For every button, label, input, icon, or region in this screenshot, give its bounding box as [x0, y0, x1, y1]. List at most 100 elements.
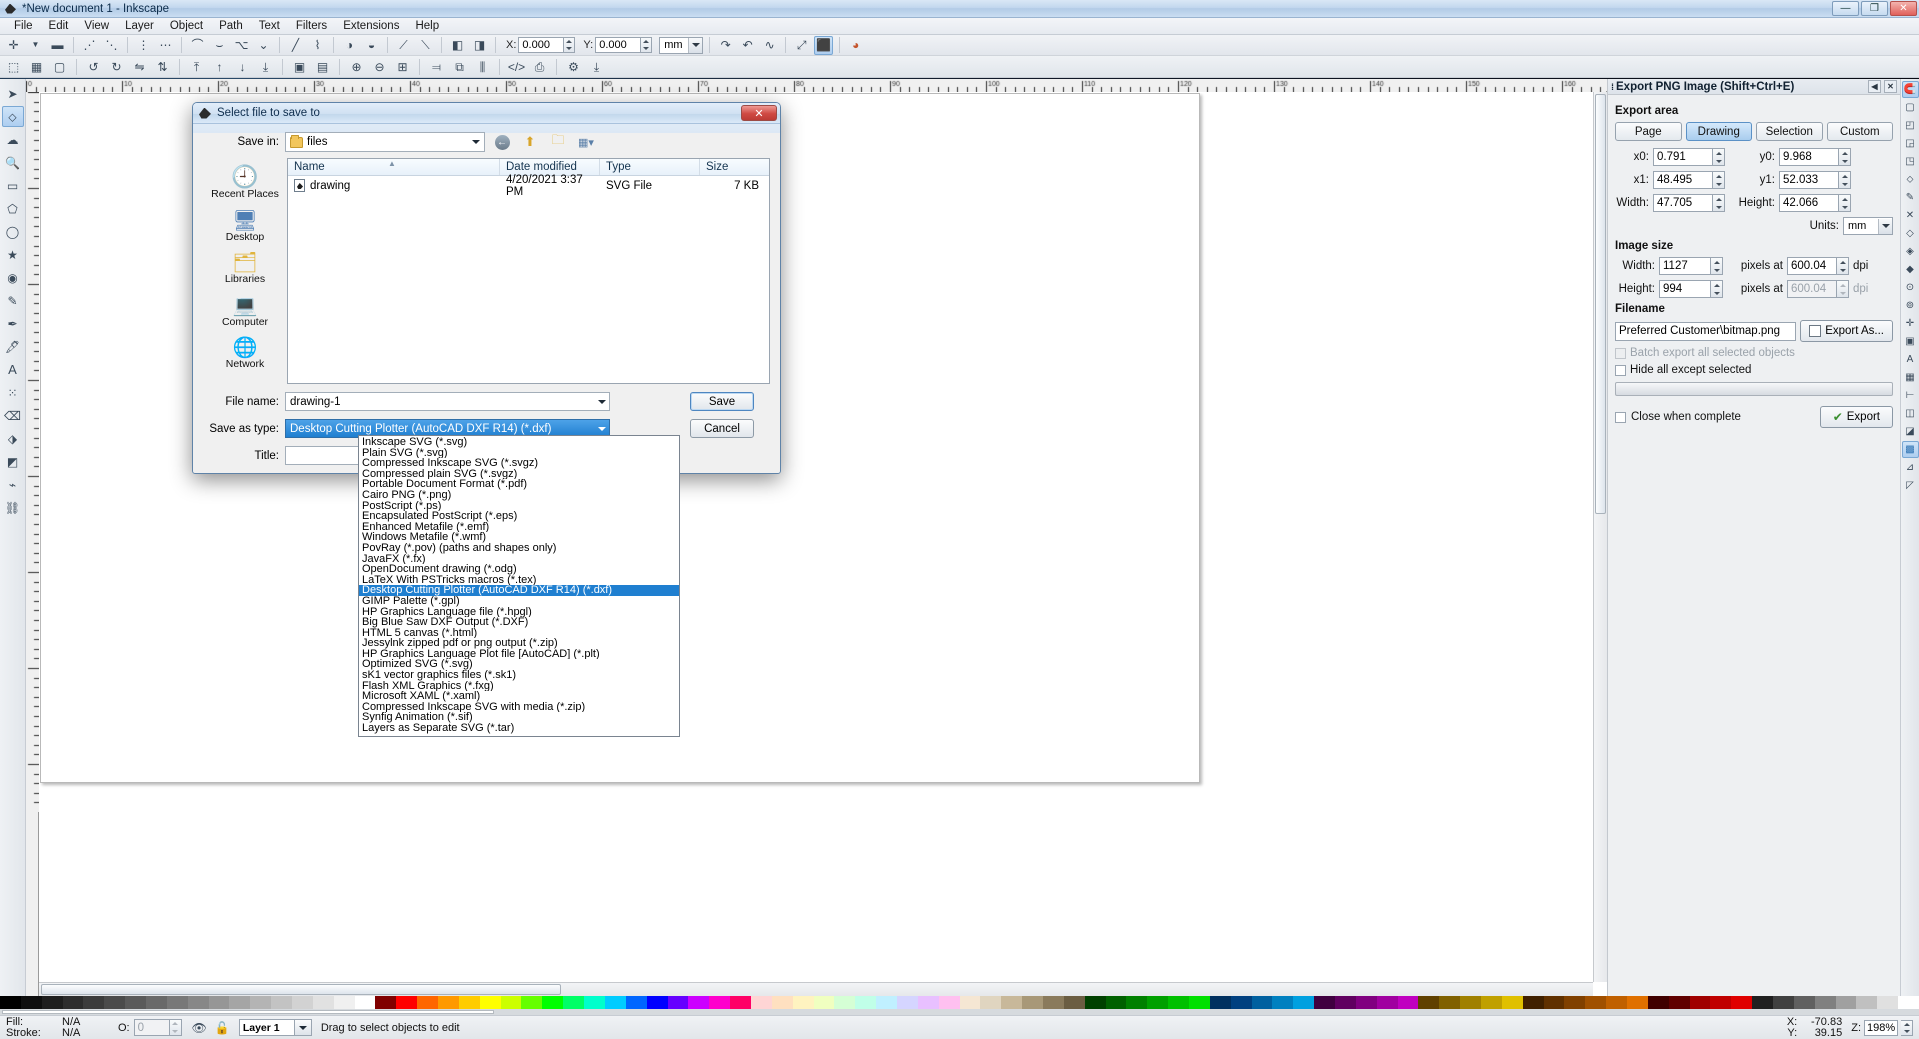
palette-swatch[interactable]	[1731, 996, 1753, 1010]
dropdown-option[interactable]: Plain SVG (*.svg)	[359, 448, 679, 459]
fit-drawing-icon[interactable]: ⤢	[792, 36, 811, 55]
palette-swatch[interactable]	[771, 996, 793, 1010]
export-as-button[interactable]: Export As...	[1800, 320, 1893, 342]
layer-lock-icon[interactable]: 🔓	[215, 1022, 230, 1034]
palette-swatch[interactable]	[896, 996, 918, 1010]
palette-swatch[interactable]	[1147, 996, 1169, 1010]
tool-ellipse[interactable]: ◯	[2, 221, 24, 242]
tool-paint-bucket[interactable]: ⬗	[2, 428, 24, 449]
place-desktop[interactable]: 🖥 Desktop	[207, 211, 283, 244]
palette-swatch[interactable]	[625, 996, 647, 1010]
snap-nodes-icon[interactable]: ⬦	[1902, 171, 1919, 188]
palette-swatch[interactable]	[1752, 996, 1774, 1010]
palette-swatch[interactable]	[876, 996, 897, 1010]
dropdown-option[interactable]: Desktop Cutting Plotter (AutoCAD DXF R14…	[359, 585, 679, 596]
file-name-input[interactable]: drawing-1	[285, 392, 610, 411]
tool-eraser[interactable]: ⌫	[2, 405, 24, 426]
join-nodes-icon[interactable]: ⋱	[102, 36, 121, 55]
y1-spinner[interactable]	[1839, 171, 1851, 189]
color-palette[interactable]	[0, 996, 1919, 1010]
dropdown-option[interactable]: Windows Metafile (*.wmf)	[359, 532, 679, 543]
palette-swatch[interactable]	[1105, 996, 1127, 1010]
snap-page-icon[interactable]: ◪	[1902, 423, 1919, 440]
chevron-down-icon[interactable]	[1878, 218, 1892, 234]
palette-swatch[interactable]	[1418, 996, 1440, 1010]
column-size[interactable]: Size	[700, 159, 769, 175]
snap-master-icon[interactable]: 🧲	[1901, 81, 1919, 98]
stroke-to-path-icon[interactable]: ◒	[362, 36, 381, 55]
palette-swatch[interactable]	[1042, 996, 1064, 1010]
horizontal-scroll-thumb[interactable]	[41, 984, 561, 995]
edit-mask-icon[interactable]: ◨	[470, 36, 489, 55]
column-name[interactable]: Name ▲	[288, 159, 500, 175]
object-to-path-icon[interactable]: ◑	[340, 36, 359, 55]
palette-swatch[interactable]	[0, 996, 21, 1010]
make-corner-icon[interactable]: ⌒	[188, 36, 207, 55]
palette-swatch[interactable]	[187, 996, 209, 1010]
vertical-scroll-thumb[interactable]	[1595, 94, 1606, 514]
x0-input[interactable]: 0.791	[1653, 148, 1713, 166]
export-area-custom-button[interactable]: Custom	[1826, 122, 1893, 141]
y0-input[interactable]: 9.968	[1779, 148, 1839, 166]
snap-bbox-edge-icon[interactable]: ◰	[1902, 117, 1919, 134]
tool-tweak[interactable]: ☁	[2, 129, 24, 150]
palette-swatch[interactable]	[813, 996, 835, 1010]
select-all-icon[interactable]: ⬚	[4, 57, 23, 76]
palette-swatch[interactable]	[1564, 996, 1586, 1010]
snap-bbox-midpoint-icon[interactable]: ◳	[1902, 153, 1919, 170]
dropdown-option[interactable]: Compressed plain SVG (*.svgz)	[359, 469, 679, 480]
dropdown-option[interactable]: Cairo PNG (*.png)	[359, 490, 679, 501]
snap-rotation-center-icon[interactable]: ✛	[1902, 315, 1919, 332]
dropdown-option[interactable]: Microsoft XAML (*.xaml)	[359, 691, 679, 702]
tool-node-editor[interactable]: ⬦	[1, 106, 24, 127]
new-folder-icon[interactable]: 🗀	[547, 132, 569, 152]
dropdown-option[interactable]: HP Graphics Language file (*.hpgl)	[359, 607, 679, 618]
snap-enable-icon[interactable]: ⬛	[814, 35, 834, 55]
palette-swatch[interactable]	[1814, 996, 1836, 1010]
palette-swatch[interactable]	[1835, 996, 1857, 1010]
snap-guides-icon[interactable]: ⊢	[1902, 387, 1919, 404]
menu-text[interactable]: Text	[251, 19, 288, 33]
flip-h-icon[interactable]: ⇋	[130, 57, 149, 76]
raise-to-top-icon[interactable]: ⤒	[187, 57, 206, 76]
palette-swatch[interactable]	[1522, 996, 1544, 1010]
lower-to-bottom-icon[interactable]: ⤓	[256, 57, 275, 76]
dropdown-option[interactable]: Compressed Inkscape SVG (*.svgz)	[359, 458, 679, 469]
palette-swatch[interactable]	[41, 996, 63, 1010]
palette-swatch[interactable]	[709, 996, 731, 1010]
dropdown-option[interactable]: Big Blue Saw DXF Output (*.DXF)	[359, 617, 679, 628]
palette-swatch[interactable]	[1022, 996, 1043, 1010]
delete-node-icon[interactable]: ▬	[48, 36, 67, 55]
layer-visibility-icon[interactable]: 👁	[192, 1022, 207, 1034]
palette-swatch[interactable]	[1001, 996, 1023, 1010]
y1-input[interactable]: 52.033	[1779, 171, 1839, 189]
palette-swatch[interactable]	[1376, 996, 1398, 1010]
snap-bbox-center-icon[interactable]: ⊙	[1902, 279, 1919, 296]
palette-swatch[interactable]	[917, 996, 939, 1010]
insert-node-min-icon[interactable]: ↷	[716, 36, 735, 55]
tool-selector[interactable]: ➤	[2, 83, 24, 104]
palette-swatch[interactable]	[542, 996, 564, 1010]
chevron-down-icon[interactable]	[688, 37, 703, 53]
export-units-combo[interactable]: mm	[1843, 217, 1893, 235]
menu-file[interactable]: File	[6, 19, 41, 33]
up-folder-icon[interactable]: ⬆	[519, 132, 541, 152]
dropdown-option[interactable]: Inkscape SVG (*.svg)	[359, 437, 679, 448]
tool-spiral[interactable]: ◉	[2, 267, 24, 288]
palette-swatch[interactable]	[1314, 996, 1335, 1010]
dropdown-option[interactable]: OpenDocument drawing (*.odg)	[359, 564, 679, 575]
snap-paths-icon[interactable]: ✎	[1902, 189, 1919, 206]
palette-swatch[interactable]	[1501, 996, 1523, 1010]
snap-text-baseline-icon[interactable]: A	[1902, 351, 1919, 368]
dropdown-option[interactable]: Enhanced Metafile (*.emf)	[359, 522, 679, 533]
column-type[interactable]: Type	[600, 159, 700, 175]
hide-all-except-selected-checkbox[interactable]	[1615, 364, 1626, 376]
dropdown-option[interactable]: HP Graphics Language Plot file [AutoCAD]…	[359, 649, 679, 660]
dropdown-option[interactable]: LaTeX With PSTricks macros (*.tex)	[359, 575, 679, 586]
make-auto-icon[interactable]: ⌄	[254, 36, 273, 55]
palette-swatch[interactable]	[104, 996, 126, 1010]
units-combo[interactable]: mm	[659, 36, 704, 54]
palette-swatch[interactable]	[584, 996, 605, 1010]
palette-swatch[interactable]	[1898, 996, 1919, 1010]
close-button[interactable]: ✕	[1890, 1, 1917, 16]
